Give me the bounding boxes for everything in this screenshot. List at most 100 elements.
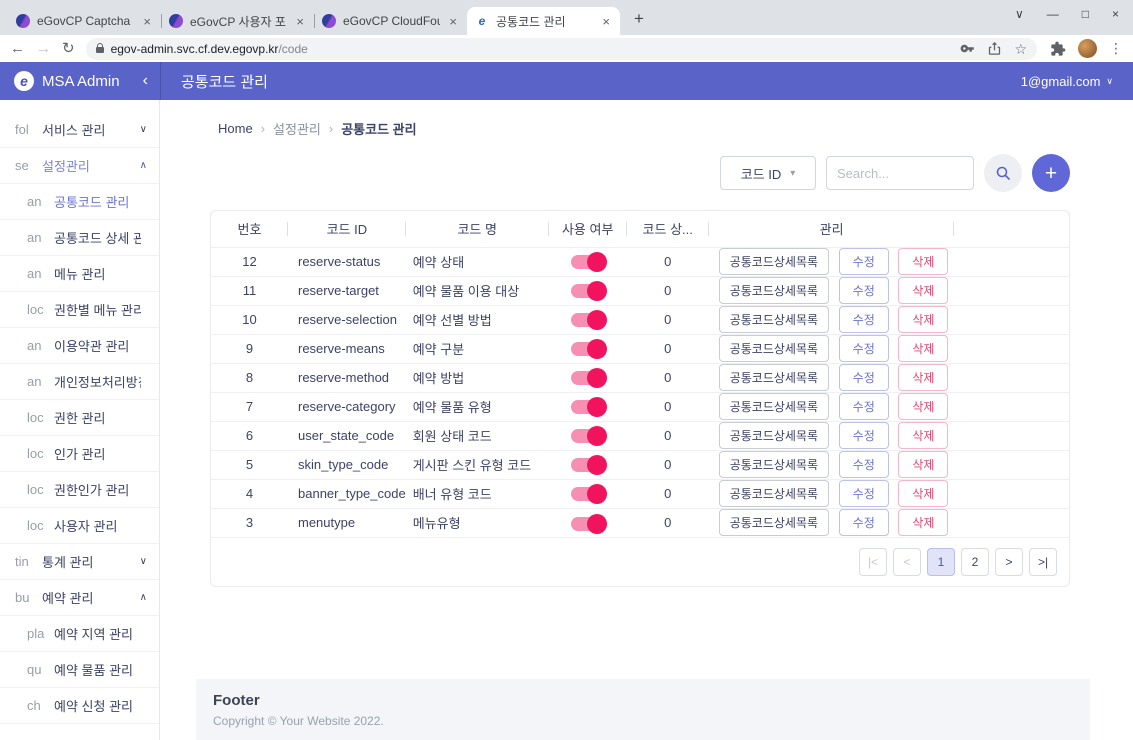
bookmark-star-icon[interactable]: ☆ — [1014, 42, 1027, 56]
sidebar-item[interactable]: bu 예약 관리 ∧ — [0, 580, 159, 616]
profile-avatar[interactable] — [1078, 39, 1097, 58]
tab-close-icon[interactable]: × — [447, 14, 459, 29]
detail-list-button[interactable]: 공통코드상세목록 — [719, 509, 829, 536]
sidebar-item[interactable]: loc 인가 관리 — [0, 436, 159, 472]
sidebar-item[interactable]: an 이용약관 관리 — [0, 328, 159, 364]
edit-button[interactable]: 수정 — [839, 451, 889, 478]
page-2-button[interactable]: 2 — [961, 548, 989, 576]
use-toggle[interactable] — [571, 313, 605, 327]
delete-button[interactable]: 삭제 — [898, 248, 948, 275]
share-icon[interactable] — [987, 41, 1002, 56]
edit-button[interactable]: 수정 — [839, 248, 889, 275]
sidebar-item[interactable]: loc 사용자 관리 — [0, 508, 159, 544]
detail-list-button[interactable]: 공통코드상세목록 — [719, 248, 829, 275]
search-input[interactable] — [826, 156, 974, 190]
add-button[interactable]: + — [1032, 154, 1070, 192]
edit-button[interactable]: 수정 — [839, 335, 889, 362]
delete-button[interactable]: 삭제 — [898, 509, 948, 536]
delete-button[interactable]: 삭제 — [898, 364, 948, 391]
tab-title: eGovCP 사용자 포털 — [190, 13, 287, 30]
page-1-button[interactable]: 1 — [927, 548, 955, 576]
use-toggle[interactable] — [571, 517, 605, 531]
use-toggle[interactable] — [571, 458, 605, 472]
detail-list-button[interactable]: 공통코드상세목록 — [719, 422, 829, 449]
delete-button[interactable]: 삭제 — [898, 277, 948, 304]
sidebar-item[interactable]: tin 통계 관리 ∨ — [0, 544, 159, 580]
toggle-knob — [587, 455, 607, 475]
delete-button[interactable]: 삭제 — [898, 393, 948, 420]
toggle-knob — [587, 514, 607, 534]
sidebar-item[interactable]: an 공통코드 관리 — [0, 184, 159, 220]
sidebar-item[interactable]: an 메뉴 관리 — [0, 256, 159, 292]
tab-close-icon[interactable]: × — [141, 14, 153, 29]
page-prev-button[interactable]: < — [893, 548, 921, 576]
menu-chevron-icon: ∨ — [140, 124, 147, 135]
sidebar-item[interactable]: loc 권한인가 관리 — [0, 472, 159, 508]
new-tab-button[interactable]: + — [626, 6, 652, 32]
window-minimize-icon[interactable]: — — [1047, 7, 1059, 21]
filter-dropdown[interactable]: 코드 ID ▾ — [720, 156, 816, 190]
address-bar[interactable]: egov-admin.svc.cf.dev.egovp.kr/code ☆ — [86, 38, 1037, 60]
delete-button[interactable]: 삭제 — [898, 451, 948, 478]
detail-list-button[interactable]: 공통코드상세목록 — [719, 335, 829, 362]
use-toggle[interactable] — [571, 487, 605, 501]
use-toggle[interactable] — [571, 342, 605, 356]
window-maximize-icon[interactable]: □ — [1082, 7, 1089, 21]
use-toggle[interactable] — [571, 371, 605, 385]
search-button[interactable] — [984, 154, 1022, 192]
breadcrumb-section[interactable]: 설정관리 — [273, 119, 321, 138]
sidebar-item[interactable]: loc 권한별 메뉴 관리 — [0, 292, 159, 328]
page-first-button[interactable]: |< — [859, 548, 887, 576]
delete-button[interactable]: 삭제 — [898, 480, 948, 507]
use-toggle[interactable] — [571, 284, 605, 298]
detail-list-button[interactable]: 공통코드상세목록 — [719, 451, 829, 478]
reload-icon[interactable]: ↻ — [62, 41, 75, 56]
browser-tab[interactable]: e eGovCP 사용자 포털 × — [161, 7, 314, 35]
use-toggle[interactable] — [571, 429, 605, 443]
edit-button[interactable]: 수정 — [839, 480, 889, 507]
tab-close-icon[interactable]: × — [600, 14, 612, 29]
browser-tab[interactable]: e eGovCP CloudFoundry × — [314, 7, 467, 35]
detail-list-button[interactable]: 공통코드상세목록 — [719, 364, 829, 391]
detail-list-button[interactable]: 공통코드상세목록 — [719, 277, 829, 304]
extensions-puzzle-icon[interactable] — [1050, 41, 1066, 57]
cell-in-use — [549, 508, 627, 537]
page-next-button[interactable]: > — [995, 548, 1023, 576]
use-toggle[interactable] — [571, 255, 605, 269]
sidebar-item[interactable]: ch 예약 신청 관리 — [0, 688, 159, 724]
edit-button[interactable]: 수정 — [839, 364, 889, 391]
breadcrumb-home[interactable]: Home — [218, 121, 253, 136]
forward-icon[interactable]: → — [36, 41, 51, 56]
sidebar-item[interactable]: fol 서비스 관리 ∨ — [0, 112, 159, 148]
detail-list-button[interactable]: 공통코드상세목록 — [719, 480, 829, 507]
detail-list-button[interactable]: 공통코드상세목록 — [719, 306, 829, 333]
sidebar-collapse-icon[interactable]: ‹ — [143, 73, 148, 89]
window-chevron-icon[interactable]: ∨ — [1015, 7, 1024, 21]
sidebar-item[interactable]: loc 권한 관리 — [0, 400, 159, 436]
edit-button[interactable]: 수정 — [839, 306, 889, 333]
edit-button[interactable]: 수정 — [839, 393, 889, 420]
detail-list-button[interactable]: 공통코드상세목록 — [719, 393, 829, 420]
sidebar-item[interactable]: qu 예약 물품 관리 — [0, 652, 159, 688]
window-close-icon[interactable]: × — [1112, 7, 1119, 21]
browser-tab[interactable]: e 공통코드 관리 × — [467, 7, 620, 35]
tab-close-icon[interactable]: × — [294, 14, 306, 29]
browser-menu-icon[interactable]: ⋮ — [1109, 40, 1123, 57]
sidebar-item[interactable]: an 개인정보처리방침 관 — [0, 364, 159, 400]
breadcrumb-separator-icon: › — [329, 121, 333, 136]
browser-tab[interactable]: e eGovCP Captcha × — [8, 7, 161, 35]
sidebar-item[interactable]: se 설정관리 ∧ — [0, 148, 159, 184]
edit-button[interactable]: 수정 — [839, 509, 889, 536]
delete-button[interactable]: 삭제 — [898, 335, 948, 362]
key-icon[interactable] — [960, 41, 975, 56]
page-last-button[interactable]: >| — [1029, 548, 1057, 576]
sidebar-item[interactable]: pla 예약 지역 관리 — [0, 616, 159, 652]
sidebar-item[interactable]: an 공통코드 상세 관리 — [0, 220, 159, 256]
back-icon[interactable]: ← — [10, 41, 25, 56]
delete-button[interactable]: 삭제 — [898, 306, 948, 333]
use-toggle[interactable] — [571, 400, 605, 414]
edit-button[interactable]: 수정 — [839, 277, 889, 304]
delete-button[interactable]: 삭제 — [898, 422, 948, 449]
user-menu[interactable]: 1@gmail.com ∨ — [1021, 74, 1133, 89]
edit-button[interactable]: 수정 — [839, 422, 889, 449]
